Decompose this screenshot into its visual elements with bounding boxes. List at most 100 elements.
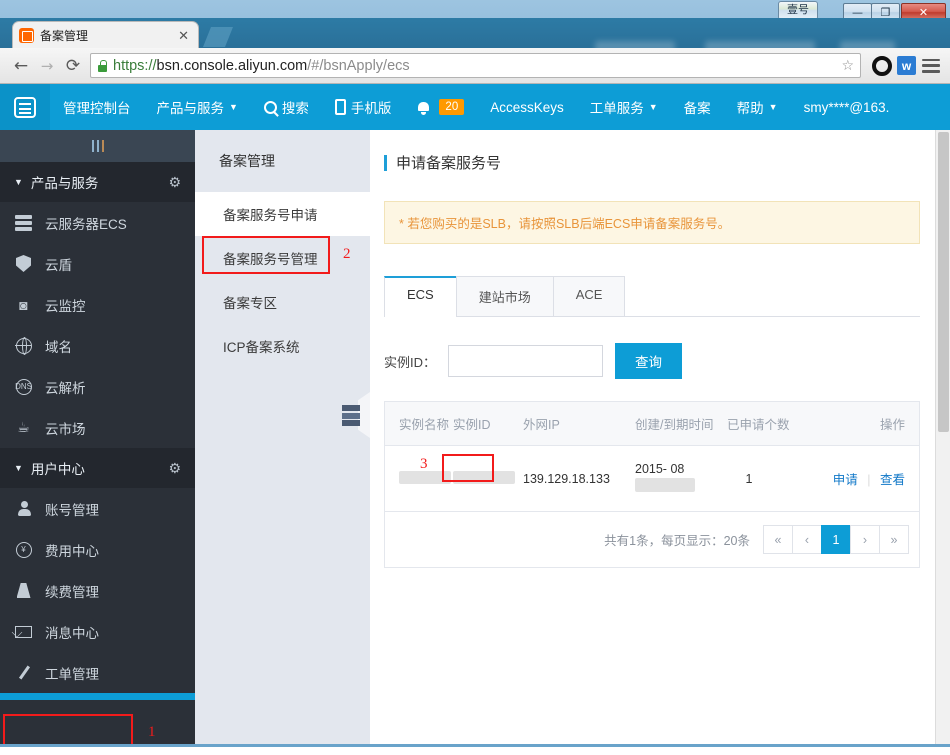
nav-item-label: 产品与服务 — [156, 101, 225, 116]
lock-icon — [97, 59, 108, 72]
sidebar-group-products[interactable]: ▼ 产品与服务 ⚙ — [0, 162, 195, 202]
sidebar-item-label: 续费管理 — [45, 584, 99, 600]
page-title-text: 申请备案服务号 — [396, 155, 502, 172]
filter-row: 实例ID： 查询 — [384, 343, 920, 379]
gear-icon[interactable]: ⚙ — [168, 460, 181, 477]
submenu-item-label: 备案服务号管理 — [223, 252, 318, 267]
nav-item-help[interactable]: 帮助 ▼ — [724, 84, 791, 130]
submenu-item-beian-fuwuhao-shenqing[interactable]: 备案服务号申请 — [195, 192, 370, 236]
nav-item-search[interactable]: 搜索 — [251, 84, 322, 130]
cell-instance-id — [453, 446, 523, 512]
sidebar-drag-handle[interactable] — [0, 130, 195, 162]
page-title: 申请备案服务号 — [384, 152, 920, 173]
nav-item-notifications[interactable]: 20 — [404, 84, 477, 130]
table-action-apply[interactable]: 申请 — [833, 473, 858, 487]
pagination-row: 共有1条，每页显示：20条 « ‹ 1 › » — [385, 511, 919, 567]
sidebar-item-domain[interactable]: 域名 — [0, 325, 195, 366]
page-viewport: 管理控制台 产品与服务 ▼ 搜索 手机版 20 AccessKeys 工单服务 … — [0, 84, 950, 744]
sidebar-item-account[interactable]: 账号管理 — [0, 488, 195, 529]
table-header-row: 实例名称 实例ID 外网IP 创建/到期时间 已申请个数 操作 — [385, 402, 919, 446]
browser-tab[interactable]: 备案管理 ✕ — [12, 21, 199, 48]
nav-item-mobile[interactable]: 手机版 — [322, 84, 405, 130]
sidebar-item-label: 费用中心 — [45, 543, 99, 559]
submenu-item-label: 备案服务号申请 — [223, 208, 318, 223]
tab-ecs[interactable]: ECS — [384, 276, 457, 317]
page-prev-button[interactable]: ‹ — [792, 525, 822, 554]
sidebar-item-billing[interactable]: ¥ 费用中心 — [0, 529, 195, 570]
collapse-handle-icon[interactable] — [342, 405, 360, 426]
aliyun-logo-icon[interactable] — [0, 84, 50, 130]
window-bottom-edge — [0, 747, 950, 755]
nav-item-accesskeys[interactable]: AccessKeys — [477, 84, 577, 130]
back-icon[interactable]: ← — [8, 53, 34, 79]
address-bar[interactable]: https://bsn.console.aliyun.com/#/bsnAppl… — [90, 53, 861, 78]
tab-ace[interactable]: ACE — [552, 276, 626, 316]
tab-label: ECS — [407, 287, 434, 302]
nav-item-label: 工单服务 — [589, 101, 644, 116]
cell-applied-count: 1 — [745, 471, 753, 486]
person-icon — [14, 499, 33, 518]
content-tabs: ECS 建站市场 ACE — [384, 276, 920, 317]
new-tab-button[interactable] — [203, 27, 233, 47]
column-instance-name: 实例名称 — [385, 402, 453, 446]
nav-item-products[interactable]: 产品与服务 ▼ — [144, 84, 251, 130]
submenu-item-icp-beian-xitong[interactable]: ICP备案系统 — [195, 324, 370, 368]
forward-icon[interactable]: → — [34, 53, 60, 79]
sidebar-item-tickets[interactable]: 工单管理 — [0, 652, 195, 693]
browser-window: 壹号 — ❐ ✕ 备案管理 ✕ ← → ⟳ https://bsn.consol… — [0, 0, 950, 755]
gear-icon[interactable]: ⚙ — [168, 174, 181, 191]
tab-close-icon[interactable]: ✕ — [175, 29, 192, 42]
submenu-title: 备案管理 — [219, 153, 275, 169]
page-next-button[interactable]: › — [850, 525, 880, 554]
aliyun-top-nav: 管理控制台 产品与服务 ▼ 搜索 手机版 20 AccessKeys 工单服务 … — [0, 84, 950, 130]
sidebar-item-label: 云服务器ECS — [45, 216, 127, 232]
sidebar-item-yundun[interactable]: 云盾 — [0, 243, 195, 284]
yen-icon: ¥ — [14, 540, 33, 559]
reload-icon[interactable]: ⟳ — [60, 53, 86, 79]
chrome-menu-icon[interactable] — [922, 58, 940, 73]
nav-item-account[interactable]: smy****@163. — [791, 84, 903, 130]
url-path: /#/bsnApply/ecs — [307, 57, 410, 74]
main-content: 申请备案服务号 * 若您购买的是SLB，请按照SLB后端ECS申请备案服务号。 … — [370, 130, 940, 744]
extension-w-icon[interactable]: w — [897, 56, 916, 75]
sidebar-item-label: 云监控 — [45, 298, 86, 314]
chevron-down-icon: ▼ — [768, 102, 778, 112]
address-bar-url: https://bsn.console.aliyun.com/#/bsnAppl… — [113, 58, 410, 74]
nav-item-console[interactable]: 管理控制台 — [50, 84, 144, 130]
sidebar-item-market[interactable]: ☕ 云市场 — [0, 407, 195, 448]
page-scrollbar-thumb[interactable] — [938, 132, 949, 432]
submenu-item-label: ICP备案系统 — [223, 340, 300, 355]
search-button[interactable]: 查询 — [615, 343, 683, 379]
annotation-number-2: 2 — [343, 246, 351, 262]
sidebar-item-cloudmonitor[interactable]: ◙ 云监控 — [0, 284, 195, 325]
extension-opera-icon[interactable] — [872, 55, 892, 76]
instances-table: 实例名称 实例ID 外网IP 创建/到期时间 已申请个数 操作 139.129.… — [385, 402, 919, 511]
nav-item-beian[interactable]: 备案 — [671, 84, 724, 130]
bookmark-star-icon[interactable]: ☆ — [835, 57, 854, 74]
page-first-button[interactable]: « — [763, 525, 793, 554]
window-titlebar: 壹号 — ❐ ✕ — [0, 0, 950, 22]
tab-jianzhan-shichang[interactable]: 建站市场 — [455, 276, 554, 316]
nav-item-label: 手机版 — [350, 101, 392, 116]
instance-id-input[interactable] — [448, 345, 604, 377]
page-number-button[interactable]: 1 — [821, 525, 851, 554]
instances-table-wrap: 实例名称 实例ID 外网IP 创建/到期时间 已申请个数 操作 139.129.… — [384, 401, 920, 568]
sidebar-group-usercenter[interactable]: ▼ 用户中心 ⚙ — [0, 448, 195, 488]
sidebar-item-label: 域名 — [45, 339, 72, 355]
browser-tab-title: 备案管理 — [40, 28, 89, 43]
sidebar-item-renewal[interactable]: 续费管理 — [0, 570, 195, 611]
sidebar-item-messages[interactable]: 消息中心 — [0, 611, 195, 652]
column-applied-count: 已申请个数 — [727, 402, 807, 446]
sidebar-item-dns[interactable]: DNS 云解析 — [0, 366, 195, 407]
chevron-down-icon: ▼ — [14, 177, 23, 187]
submenu-item-beian-zhuanqu[interactable]: 备案专区 — [195, 280, 370, 324]
nav-item-label: 搜索 — [281, 101, 309, 116]
page-last-button[interactable]: » — [879, 525, 909, 554]
nav-item-label: 帮助 — [736, 101, 764, 116]
sidebar-item-ecs[interactable]: 云服务器ECS — [0, 202, 195, 243]
sidebar-item-label: 工单管理 — [45, 666, 99, 682]
nav-item-ticket-service[interactable]: 工单服务 ▼ — [577, 84, 671, 130]
info-alert: * 若您购买的是SLB，请按照SLB后端ECS申请备案服务号。 — [384, 201, 920, 244]
page-scrollbar[interactable] — [935, 130, 950, 744]
table-action-view[interactable]: 查看 — [880, 473, 905, 487]
